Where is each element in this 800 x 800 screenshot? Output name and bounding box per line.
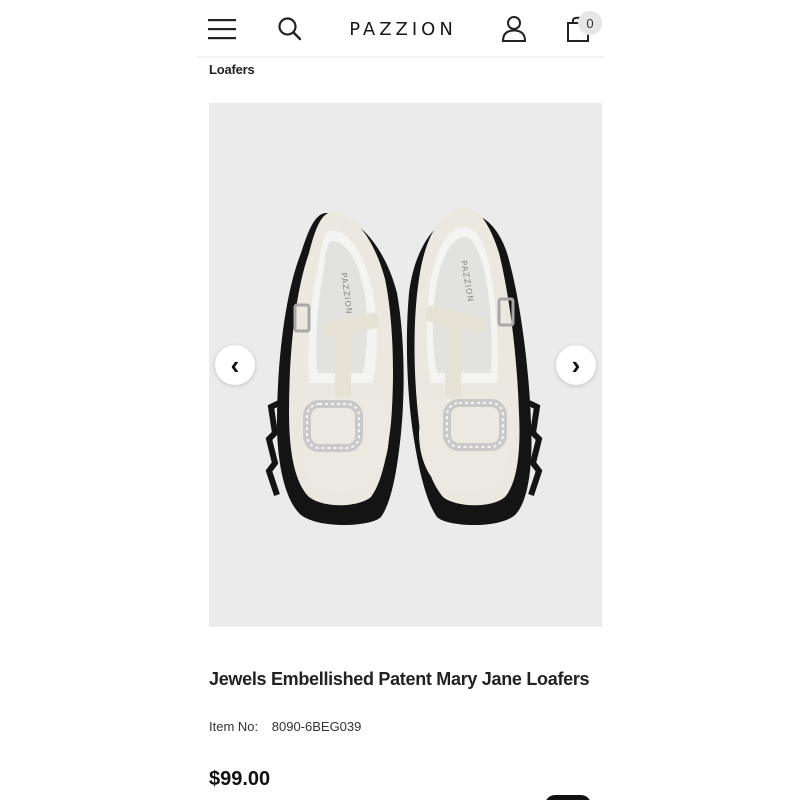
next-image-button[interactable]: › bbox=[556, 345, 596, 385]
breadcrumb[interactable]: Loafers bbox=[209, 62, 255, 77]
product-image-gallery: PAZZION PAZZION ‹ › bbox=[209, 103, 602, 627]
floating-action-button[interactable] bbox=[545, 795, 591, 800]
previous-image-button[interactable]: ‹ bbox=[215, 345, 255, 385]
brand-logo[interactable]: PAZZION bbox=[347, 19, 459, 40]
product-title: Jewels Embellished Patent Mary Jane Loaf… bbox=[209, 669, 590, 689]
product-page: PAZZION 0 Loafers PAZZION PAZZION ‹ › Je… bbox=[197, 0, 604, 800]
item-number-value: 8090-6BEG039 bbox=[271, 719, 362, 734]
chevron-right-icon: › bbox=[571, 350, 581, 380]
hamburger-menu-icon[interactable] bbox=[205, 12, 239, 46]
chevron-left-icon: ‹ bbox=[230, 350, 240, 380]
top-navigation-bar: PAZZION 0 bbox=[197, 0, 604, 58]
item-number-row: Item No: 8090-6BEG039 bbox=[209, 719, 361, 734]
item-number-label: Item No: bbox=[209, 719, 259, 734]
search-icon[interactable] bbox=[273, 12, 307, 46]
cart-count-badge: 0 bbox=[578, 11, 602, 35]
product-price: $99.00 bbox=[209, 768, 271, 790]
user-icon[interactable] bbox=[497, 12, 531, 46]
product-image: PAZZION PAZZION bbox=[209, 103, 602, 627]
